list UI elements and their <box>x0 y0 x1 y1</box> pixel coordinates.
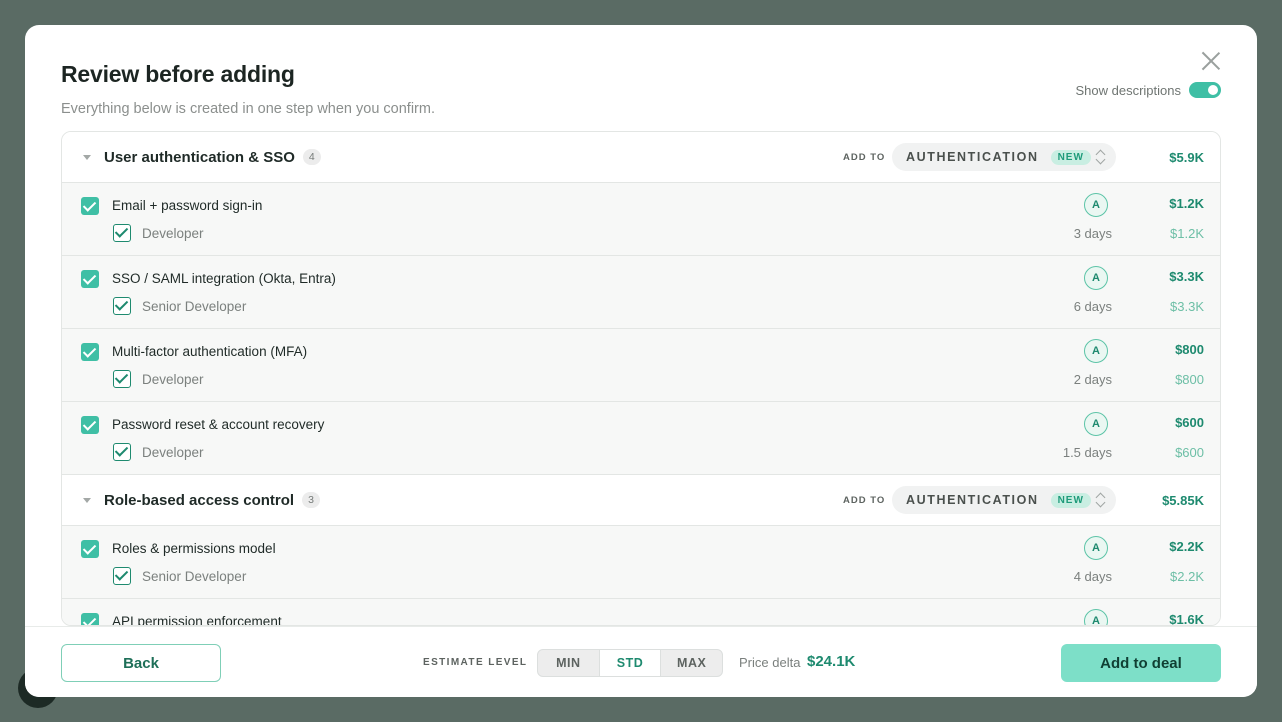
item-price: $2.2K <box>1169 539 1204 554</box>
group-count-badge: 4 <box>302 149 321 165</box>
item-price: $800 <box>1175 342 1204 357</box>
duration: 3 days <box>1073 226 1112 241</box>
role-price: $2.2K <box>1170 569 1204 584</box>
level-badge: A <box>1084 339 1108 363</box>
role-name: Developer <box>142 226 204 241</box>
add-to-label: ADD TO <box>843 151 886 163</box>
role-price: $3.3K <box>1170 299 1204 314</box>
list-item: SSO / SAML integration (Okta, Entra) Seni… <box>62 256 1220 329</box>
role-name: Developer <box>142 372 204 387</box>
estimate-level-label: ESTIMATE LEVEL <box>423 657 528 668</box>
modal-header: Review before adding Everything below is… <box>61 61 1221 131</box>
role-name: Senior Developer <box>142 299 247 314</box>
estimate-level-selector: MIN STD MAX <box>537 649 723 677</box>
list-item: Multi-factor authentication (MFA) Develop… <box>62 329 1220 402</box>
item-checkbox[interactable] <box>81 343 99 361</box>
level-badge: A <box>1084 266 1108 290</box>
level-badge: A <box>1084 609 1108 625</box>
item-name: Roles & permissions model <box>112 541 276 556</box>
list-item: Password reset & account recovery Develop… <box>62 402 1220 475</box>
list-item: Email + password sign-in Developer A 3 days… <box>62 183 1220 256</box>
role-price: $800 <box>1175 372 1204 387</box>
group-total-price: $5.9K <box>1169 149 1204 165</box>
add-to-label: ADD TO <box>843 494 886 506</box>
estimate-level-max[interactable]: MAX <box>661 650 722 676</box>
collapse-caret-icon[interactable] <box>83 154 91 160</box>
role-checkbox[interactable] <box>113 224 131 242</box>
item-name: API permission enforcement <box>112 614 282 626</box>
list-item: Roles & permissions model Senior Develope… <box>62 526 1220 599</box>
item-checkbox[interactable] <box>81 416 99 434</box>
target-section-name: AUTHENTICATION <box>906 493 1039 507</box>
close-icon[interactable] <box>1201 51 1221 71</box>
level-badge: A <box>1084 193 1108 217</box>
target-section-select[interactable]: AUTHENTICATION NEW <box>892 486 1116 514</box>
group-header: User authentication & SSO 4 ADD TO AUTHENTI… <box>62 132 1220 183</box>
review-list: User authentication & SSO 4 ADD TO AUTHENTI… <box>61 131 1221 626</box>
estimate-level-std[interactable]: STD <box>599 650 662 676</box>
group-count-badge: 3 <box>302 492 320 508</box>
show-descriptions-toggle[interactable] <box>1189 82 1221 98</box>
duration: 6 days <box>1073 299 1112 314</box>
item-price: $1.2K <box>1169 196 1204 211</box>
chevron-updown-icon <box>1095 149 1105 165</box>
modal-title: Review before adding <box>61 61 295 87</box>
target-section-name: AUTHENTICATION <box>906 150 1039 164</box>
estimate-level-min[interactable]: MIN <box>538 650 600 676</box>
item-checkbox[interactable] <box>81 197 99 215</box>
list-item: API permission enforcement A $1.6K <box>62 599 1220 626</box>
show-descriptions-label: Show descriptions <box>1075 82 1182 98</box>
new-badge: NEW <box>1050 149 1091 165</box>
modal-footer: Back ESTIMATE LEVEL MIN STD MAX Price de… <box>25 626 1257 697</box>
role-name: Developer <box>142 445 204 460</box>
show-descriptions-control: Show descriptions <box>1075 82 1221 98</box>
back-button[interactable]: Back <box>61 644 221 682</box>
duration: 4 days <box>1073 569 1112 584</box>
item-name: SSO / SAML integration (Okta, Entra) <box>112 271 336 286</box>
item-price: $600 <box>1175 415 1204 430</box>
role-checkbox[interactable] <box>113 297 131 315</box>
group-title: User authentication & SSO <box>104 148 295 166</box>
item-checkbox[interactable] <box>81 540 99 558</box>
modal-subtitle: Everything below is created in one step … <box>61 101 435 117</box>
item-checkbox[interactable] <box>81 270 99 288</box>
item-name: Password reset & account recovery <box>112 417 325 432</box>
group-title: Role-based access control <box>104 491 295 509</box>
role-price: $600 <box>1175 445 1204 460</box>
role-checkbox[interactable] <box>113 567 131 585</box>
item-checkbox[interactable] <box>81 613 99 625</box>
item-price: $1.6K <box>1169 612 1204 626</box>
group-total-price: $5.85K <box>1162 492 1204 508</box>
add-to-deal-button[interactable]: Add to deal <box>1061 644 1221 682</box>
price-delta-label: Price delta <box>739 655 801 670</box>
role-checkbox[interactable] <box>113 370 131 388</box>
role-checkbox[interactable] <box>113 443 131 461</box>
item-name: Multi-factor authentication (MFA) <box>112 344 308 359</box>
target-section-select[interactable]: AUTHENTICATION NEW <box>892 143 1116 171</box>
role-name: Senior Developer <box>142 569 247 584</box>
item-price: $3.3K <box>1169 269 1204 284</box>
group-header: Role-based access control 3 ADD TO AUTHENTI… <box>62 475 1220 526</box>
item-name: Email + password sign-in <box>112 198 263 213</box>
level-badge: A <box>1084 412 1108 436</box>
price-delta-value: $24.1K <box>807 653 856 670</box>
review-modal: Review before adding Everything below is… <box>25 25 1257 697</box>
chevron-updown-icon <box>1095 492 1105 508</box>
level-badge: A <box>1084 536 1108 560</box>
new-badge: NEW <box>1050 492 1091 508</box>
collapse-caret-icon[interactable] <box>83 497 91 503</box>
duration: 2 days <box>1073 372 1112 387</box>
duration: 1.5 days <box>1062 445 1112 460</box>
role-price: $1.2K <box>1170 226 1204 241</box>
